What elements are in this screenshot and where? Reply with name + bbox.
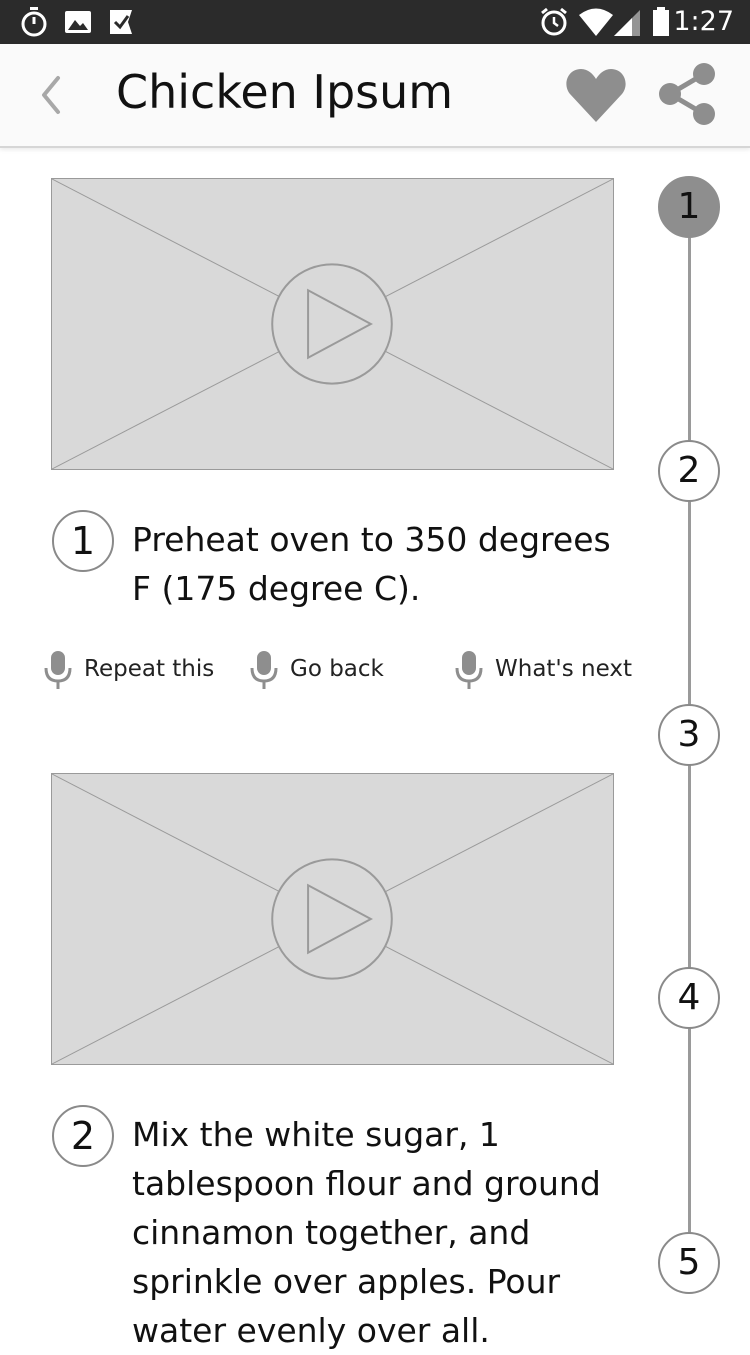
instruction-line: Preheat oven to 350 degrees: [132, 520, 611, 559]
step-number: 1: [52, 510, 114, 572]
timeline-step-2[interactable]: 2: [658, 440, 720, 502]
timeline-step-3[interactable]: 3: [658, 704, 720, 766]
signal-icon: [614, 10, 640, 36]
image-icon: [65, 11, 91, 33]
wifi-icon: [579, 8, 613, 36]
whats-next-label: What's next: [495, 656, 633, 682]
step-1-instruction: Preheat oven to 350 degrees F (175 degre…: [132, 515, 612, 613]
share-icon: [659, 63, 715, 125]
back-button[interactable]: [26, 64, 78, 124]
step-2-instruction: Mix the white sugar, 1 tablespoon flour …: [132, 1110, 612, 1355]
page-title: Chicken Ipsum: [116, 65, 454, 119]
stopwatch-icon: [21, 7, 47, 37]
timeline-step-4[interactable]: 4: [658, 967, 720, 1029]
favorite-button[interactable]: [564, 66, 628, 124]
battery-icon: [653, 7, 669, 36]
heart-icon: [566, 69, 626, 122]
voice-commands: Repeat this Go back What's next: [0, 646, 650, 694]
instruction-line: cinnamon together, and: [132, 1213, 531, 1252]
instruction-line: sprinkle over apples. Pour: [132, 1262, 561, 1301]
video-placeholder: [52, 774, 613, 1064]
status-bar: 1:27: [0, 0, 750, 44]
repeat-this-button[interactable]: Repeat this: [44, 646, 224, 694]
whats-next-button[interactable]: What's next: [455, 646, 635, 694]
step-number: 2: [52, 1105, 114, 1167]
alarm-icon: [541, 7, 567, 36]
step-timeline: 1 2 3 4 5: [656, 176, 722, 1326]
step-1-video[interactable]: [51, 178, 614, 470]
task-check-icon: [110, 10, 132, 34]
go-back-button[interactable]: Go back: [250, 646, 400, 694]
go-back-label: Go back: [290, 656, 384, 682]
status-time: 1:27: [673, 6, 734, 37]
microphone-icon: [44, 651, 72, 689]
timeline-step-1[interactable]: 1: [658, 176, 720, 238]
timeline-step-5[interactable]: 5: [658, 1232, 720, 1294]
app-bar: Chicken Ipsum: [0, 44, 750, 148]
instruction-line: Mix the white sugar, 1: [132, 1115, 500, 1154]
microphone-icon: [455, 651, 483, 689]
microphone-icon: [250, 651, 278, 689]
instruction-line: tablespoon flour and ground: [132, 1164, 601, 1203]
instruction-line: water evenly over all.: [132, 1311, 490, 1350]
step-2-video[interactable]: [51, 773, 614, 1065]
video-placeholder: [52, 179, 613, 469]
instruction-line: F (175 degree C).: [132, 569, 421, 608]
repeat-this-label: Repeat this: [84, 656, 215, 682]
chevron-left-icon: [42, 76, 60, 114]
share-button[interactable]: [654, 60, 722, 128]
